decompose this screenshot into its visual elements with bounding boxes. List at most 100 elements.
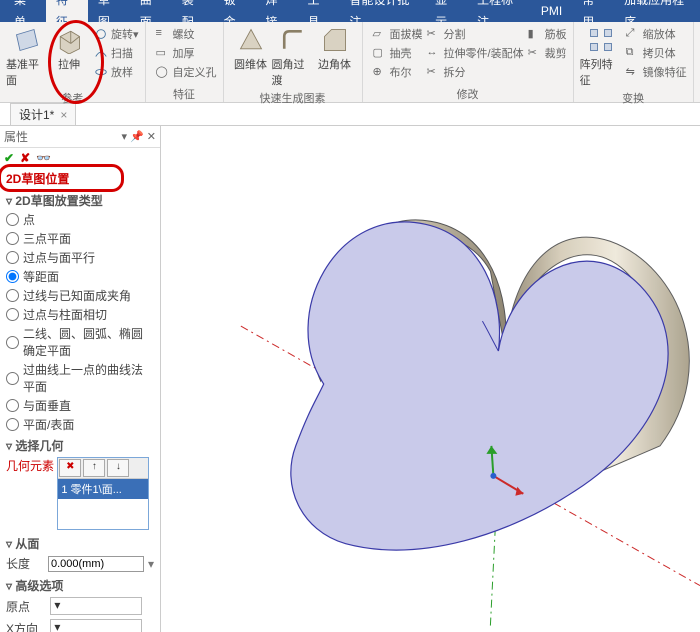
document-tab-label: 设计1* (19, 106, 54, 123)
ribbon-group-modify-label: 修改 (457, 86, 479, 102)
length-dropdown-icon[interactable]: ▾ (148, 557, 154, 571)
geom-element-label: 几何元素 (6, 457, 54, 474)
menubar: 菜单 特征 草图 曲面 装配 钣金 焊接 工具 智能设计批注 显示 工程标注 P… (0, 0, 700, 22)
xdir-dropdown[interactable]: ▾ (50, 619, 142, 632)
rib-button[interactable]: ▮筋板 (528, 26, 567, 42)
thicken-icon: ▭ (156, 46, 170, 60)
revolve-button[interactable]: 旋转 ▾ (94, 26, 139, 42)
boolean-button[interactable]: ⊕布尔 (373, 64, 423, 80)
ribbon-group-quickprim: 圆维体 圆角过渡 边角体 快速生成图素 (224, 22, 363, 102)
datum-plane-button[interactable]: 基准平面 (6, 24, 48, 88)
down-button[interactable]: ↓ (107, 459, 129, 477)
placement-type-header: ▿ 2D草图放置类型 (0, 189, 160, 210)
placement-radio-2[interactable] (6, 251, 19, 264)
placement-radio-0[interactable] (6, 213, 19, 226)
stretch-part-button[interactable]: ↔拉伸零件/装配体 (427, 45, 524, 61)
scale-button[interactable]: ⤢缩放体 (626, 26, 687, 42)
glasses-icon[interactable]: 👓 (36, 151, 51, 165)
placement-radio-7[interactable] (6, 372, 19, 385)
revolve-icon (94, 27, 108, 41)
ribbon-group-reference-label: 参考 (61, 90, 83, 106)
placement-radio-8[interactable] (6, 399, 19, 412)
from-face-header: ▿ 从面 (0, 532, 160, 553)
placement-option-7[interactable]: 过曲线上一点的曲线法平面 (6, 360, 154, 396)
ribbon-group-transform: 阵列特征 ⤢缩放体 ⧉拷贝体 ⇋镜像特征 变换 (574, 22, 694, 102)
placement-option-2[interactable]: 过点与面平行 (6, 248, 154, 267)
pin-icon[interactable]: ▾ 📌 ✕ (121, 130, 156, 143)
origin-label: 原点 (6, 598, 46, 615)
length-input[interactable] (48, 556, 144, 572)
loft-button[interactable]: 放样 (94, 64, 139, 80)
datum-plane-label: 基准平面 (6, 56, 48, 88)
placement-radio-6[interactable] (6, 336, 19, 349)
pattern-icon (587, 26, 615, 54)
placement-option-5[interactable]: 过点与柱面相切 (6, 305, 154, 324)
placement-radio-1[interactable] (6, 232, 19, 245)
delete-button[interactable]: ✖ (59, 459, 81, 477)
up-button[interactable]: ↑ (83, 459, 105, 477)
section-sketch-location: 2D草图位置 (0, 168, 160, 189)
draft-button[interactable]: ▱面拔模 (373, 26, 423, 42)
shell-button[interactable]: ▢抽壳 (373, 45, 423, 61)
placement-option-6[interactable]: 二线、圆、圆弧、椭圆确定平面 (6, 324, 154, 360)
extrude-button[interactable]: 拉伸 (48, 24, 90, 72)
properties-panel: 属性 ▾ 📌 ✕ ✔ ✘ 👓 2D草图位置 ▿ 2D草图放置类型 点三点平面过点… (0, 126, 161, 632)
chamfer-button[interactable]: 边角体 (314, 24, 356, 72)
placement-radio-5[interactable] (6, 308, 19, 321)
ok-button[interactable]: ✔ (4, 151, 14, 165)
close-icon[interactable]: × (60, 108, 67, 122)
cancel-button[interactable]: ✘ (20, 151, 30, 165)
fillet-icon (279, 26, 307, 54)
cone-button[interactable]: 圆维体 (230, 24, 272, 72)
advanced-header: ▿ 高级选项 (0, 574, 160, 595)
mirror-button[interactable]: ⇋镜像特征 (626, 64, 687, 80)
placement-option-3[interactable]: 等距面 (6, 267, 154, 286)
copy-button[interactable]: ⧉拷贝体 (626, 45, 687, 61)
placement-option-9[interactable]: 平面/表面 (6, 415, 154, 434)
corner-icon (321, 26, 349, 54)
hole-icon: ◯ (156, 65, 170, 79)
menu-item-pmi[interactable]: PMI (531, 0, 572, 22)
placement-radio-4[interactable] (6, 289, 19, 302)
plane-icon (13, 26, 41, 54)
thicken-button[interactable]: ▭加厚 (156, 45, 217, 61)
document-tab[interactable]: 设计1* × (10, 103, 76, 125)
ribbon-group-transform-label: 变换 (622, 90, 644, 106)
ribbon-group-quickprim-label: 快速生成图素 (260, 90, 326, 106)
extrude-label: 拉伸 (58, 56, 80, 72)
origin-dropdown[interactable]: ▾ (50, 597, 142, 615)
pattern-button[interactable]: 阵列特征 (580, 24, 622, 88)
ribbon-group-reference: 基准平面 拉伸 旋转 ▾ 扫描 放样 参考 (0, 22, 146, 102)
placement-option-4[interactable]: 过线与已知面成夹角 (6, 286, 154, 305)
placement-options: 点三点平面过点与面平行等距面过线与已知面成夹角过点与柱面相切二线、圆、圆弧、椭圆… (0, 210, 160, 434)
3d-viewport[interactable] (161, 126, 700, 632)
trim-button[interactable]: ✂裁剪 (528, 45, 567, 61)
loft-icon (94, 65, 108, 79)
selected-geometry-row[interactable]: 1 零件1\面... (58, 479, 148, 499)
ribbon: 基准平面 拉伸 旋转 ▾ 扫描 放样 参考 ≡螺纹 ▭加厚 ◯自定义孔 特征 (0, 22, 700, 103)
cone-icon (237, 26, 265, 54)
thread-icon: ≡ (156, 27, 170, 41)
fillet-button[interactable]: 圆角过渡 (272, 24, 314, 88)
ribbon-group-modify: ▱面拔模 ▢抽壳 ⊕布尔 ✂分割 ↔拉伸零件/装配体 ✂拆分 ▮筋板 ✂裁剪 修… (363, 22, 574, 102)
custom-hole-button[interactable]: ◯自定义孔 (156, 64, 217, 80)
panel-title: 属性 (4, 128, 28, 145)
placement-option-8[interactable]: 与面垂直 (6, 396, 154, 415)
ribbon-group-feature-label: 特征 (173, 86, 195, 102)
split2-button[interactable]: ✂拆分 (427, 64, 524, 80)
placement-option-0[interactable]: 点 (6, 210, 154, 229)
ribbon-group-extra: ◆表面 ◆表面 ◆表面 (694, 22, 700, 102)
ribbon-group-feature: ≡螺纹 ▭加厚 ◯自定义孔 特征 (146, 22, 224, 102)
extrude-icon (55, 26, 83, 54)
select-geom-header: ▿ 选择几何 (0, 434, 160, 455)
placement-option-1[interactable]: 三点平面 (6, 229, 154, 248)
sweep-button[interactable]: 扫描 (94, 45, 139, 61)
document-tabbar: 设计1* × (0, 103, 700, 126)
placement-radio-9[interactable] (6, 418, 19, 431)
geometry-element-box: 几何元素 ✖ ↑ ↓ 1 零件1\面... (0, 455, 160, 532)
sweep-icon (94, 46, 108, 60)
xdir-label: X方向 (6, 620, 46, 632)
split-button[interactable]: ✂分割 (427, 26, 524, 42)
placement-radio-3[interactable] (6, 270, 19, 283)
thread-button[interactable]: ≡螺纹 (156, 26, 217, 42)
